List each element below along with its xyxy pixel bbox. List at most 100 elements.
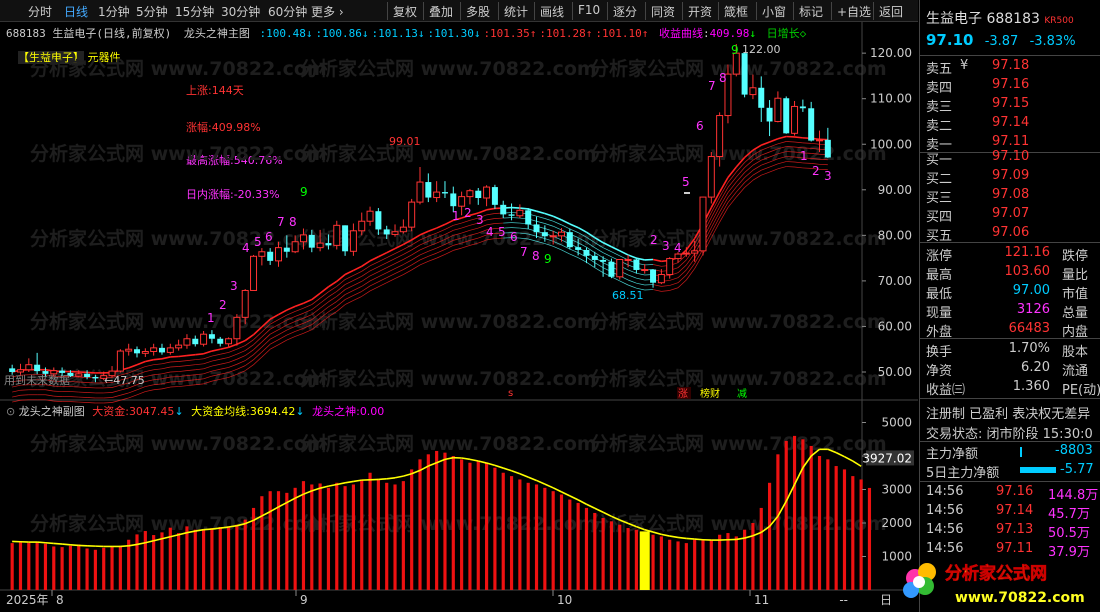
candle-body[interactable]: [500, 204, 507, 215]
sub-indicator-name[interactable]: 龙头之神副图: [19, 405, 85, 418]
candle-body[interactable]: [134, 349, 141, 354]
volume-bar[interactable]: [518, 479, 522, 590]
volume-bar[interactable]: [593, 512, 597, 590]
volume-bar[interactable]: [143, 531, 147, 590]
candle-body[interactable]: [657, 274, 665, 284]
volume-bar[interactable]: [68, 545, 73, 590]
candle-body[interactable]: [192, 338, 199, 345]
volume-bar[interactable]: [85, 548, 89, 590]
volume-bar[interactable]: [468, 462, 472, 590]
volume-bar[interactable]: [27, 542, 31, 590]
volume-bar[interactable]: [335, 482, 339, 590]
volume-bar[interactable]: [668, 539, 672, 590]
candle-body[interactable]: [141, 351, 149, 354]
candle-body[interactable]: [549, 235, 557, 238]
candle-body[interactable]: [225, 338, 233, 345]
candle-body[interactable]: [92, 377, 99, 379]
candle-body[interactable]: [299, 234, 307, 243]
candle-body[interactable]: [483, 186, 491, 199]
volume-bar[interactable]: [152, 535, 156, 590]
candle-body[interactable]: [491, 187, 498, 205]
volume-bar[interactable]: [60, 547, 64, 590]
volume-bar[interactable]: [110, 546, 114, 590]
volume-bar[interactable]: [218, 527, 222, 590]
volume-bar[interactable]: [676, 541, 680, 590]
candle-body[interactable]: [200, 333, 208, 345]
volume-bar[interactable]: [776, 454, 780, 590]
candle-body[interactable]: [450, 193, 457, 207]
candle-body[interactable]: [758, 87, 765, 108]
volume-bar[interactable]: [268, 491, 272, 590]
candle-body[interactable]: [408, 201, 416, 228]
candle-body[interactable]: [183, 338, 191, 346]
volume-bar[interactable]: [701, 539, 705, 590]
candle-body[interactable]: [150, 347, 158, 353]
candle-body[interactable]: [783, 98, 790, 134]
candle-body[interactable]: [342, 225, 349, 252]
volume-bar[interactable]: [177, 533, 181, 590]
volume-bar[interactable]: [160, 532, 164, 590]
volume-bar[interactable]: [801, 439, 805, 590]
candle-body[interactable]: [9, 368, 16, 372]
candle-body[interactable]: [583, 249, 590, 256]
volume-bar[interactable]: [301, 481, 306, 590]
candle-body[interactable]: [600, 259, 607, 262]
volume-bar[interactable]: [326, 487, 331, 590]
candle-body[interactable]: [691, 250, 699, 254]
candle-body[interactable]: [633, 259, 640, 270]
candle-body[interactable]: [16, 369, 24, 373]
volume-bar[interactable]: [792, 435, 797, 590]
candle-body[interactable]: [125, 348, 133, 352]
candle-body[interactable]: [533, 224, 540, 233]
kline-chart[interactable]: 分析家公式网 www.70822.com分析家公式网 www.70822.com…: [0, 0, 918, 612]
candle-body[interactable]: [316, 242, 324, 249]
volume-bar[interactable]: [35, 542, 39, 590]
volume-bar[interactable]: [734, 536, 738, 590]
candle-body[interactable]: [591, 255, 598, 260]
volume-bar[interactable]: [318, 483, 322, 590]
candle-body[interactable]: [258, 251, 266, 257]
candle-body[interactable]: [508, 214, 515, 216]
candle-body[interactable]: [458, 196, 466, 207]
volume-bar[interactable]: [501, 472, 505, 590]
candle-body[interactable]: [608, 261, 615, 277]
volume-bar[interactable]: [639, 531, 650, 590]
candle-body[interactable]: [816, 139, 824, 142]
candle-body[interactable]: [557, 231, 565, 237]
volume-bar[interactable]: [826, 459, 830, 590]
candle-body[interactable]: [267, 251, 274, 261]
volume-bar[interactable]: [93, 549, 97, 590]
volume-bar[interactable]: [493, 467, 497, 590]
volume-bar[interactable]: [834, 466, 838, 590]
volume-bar[interactable]: [809, 445, 813, 590]
volume-bar[interactable]: [851, 476, 855, 590]
volume-bar[interactable]: [709, 539, 713, 590]
volume-bar[interactable]: [410, 469, 414, 590]
candle-body[interactable]: [166, 347, 174, 353]
candle-body[interactable]: [666, 258, 674, 276]
candle-body[interactable]: [650, 269, 657, 283]
volume-bar[interactable]: [135, 534, 139, 590]
candle-body[interactable]: [616, 258, 624, 278]
volume-bar[interactable]: [52, 546, 56, 590]
volume-bar[interactable]: [751, 523, 755, 590]
volume-bar[interactable]: [385, 482, 389, 590]
volume-bar[interactable]: [726, 533, 730, 590]
candle-body[interactable]: [399, 226, 407, 233]
volume-bar[interactable]: [693, 539, 697, 590]
candle-body[interactable]: [741, 53, 748, 95]
volume-bar[interactable]: [127, 539, 131, 590]
volume-bar[interactable]: [759, 507, 763, 590]
volume-bar[interactable]: [310, 484, 314, 590]
candle-body[interactable]: [425, 182, 432, 198]
volume-bar[interactable]: [351, 484, 355, 590]
volume-bar[interactable]: [634, 529, 638, 590]
candle-body[interactable]: [116, 350, 124, 372]
candle-body[interactable]: [241, 289, 249, 318]
volume-bar[interactable]: [684, 543, 688, 590]
volume-bar[interactable]: [18, 542, 23, 590]
volume-bar[interactable]: [10, 543, 14, 590]
volume-bar[interactable]: [718, 534, 722, 590]
volume-bar[interactable]: [584, 507, 589, 590]
candle-body[interactable]: [808, 108, 815, 141]
